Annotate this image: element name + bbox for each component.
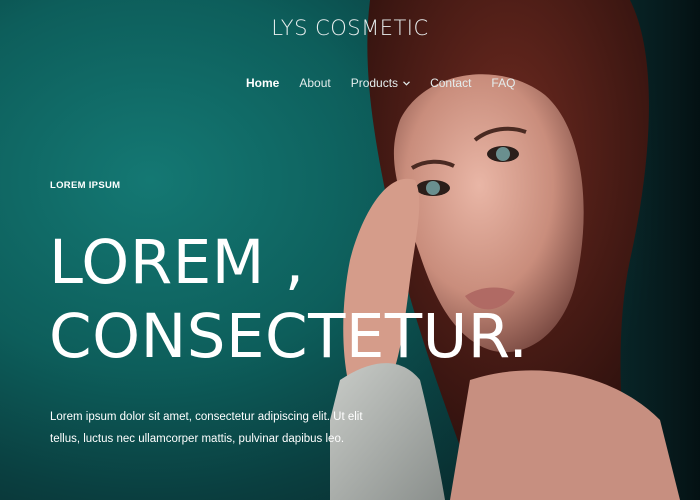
nav-item-label: FAQ — [491, 76, 516, 90]
brand-logo[interactable]: LYS COSMETIC — [0, 16, 700, 40]
nav-item-label: Contact — [430, 76, 472, 90]
chevron-down-icon[interactable] — [403, 78, 410, 88]
nav-item-about[interactable]: About — [299, 76, 330, 90]
main-navigation: Home About Products Contact FAQ — [246, 76, 535, 90]
nav-item-label: About — [299, 76, 331, 90]
nav-item-products[interactable]: Products — [351, 76, 410, 90]
nav-item-contact[interactable]: Contact — [430, 76, 471, 90]
hero-headline: LOREM , CONSECTETUR. — [49, 226, 528, 374]
nav-item-faq[interactable]: FAQ — [491, 76, 515, 90]
hero-section: LYS COSMETIC Home About Products Contact… — [0, 0, 700, 500]
hero-headline-line-1: LOREM , — [49, 227, 305, 298]
hero-eyebrow: LOREM IPSUM — [50, 180, 121, 191]
nav-item-label: Products — [350, 76, 399, 90]
nav-item-label: Home — [246, 76, 280, 90]
hero-headline-line-2: CONSECTETUR. — [49, 301, 529, 372]
hero-description: Lorem ipsum dolor sit amet, consectetur … — [50, 411, 363, 445]
nav-item-home[interactable]: Home — [246, 76, 279, 90]
